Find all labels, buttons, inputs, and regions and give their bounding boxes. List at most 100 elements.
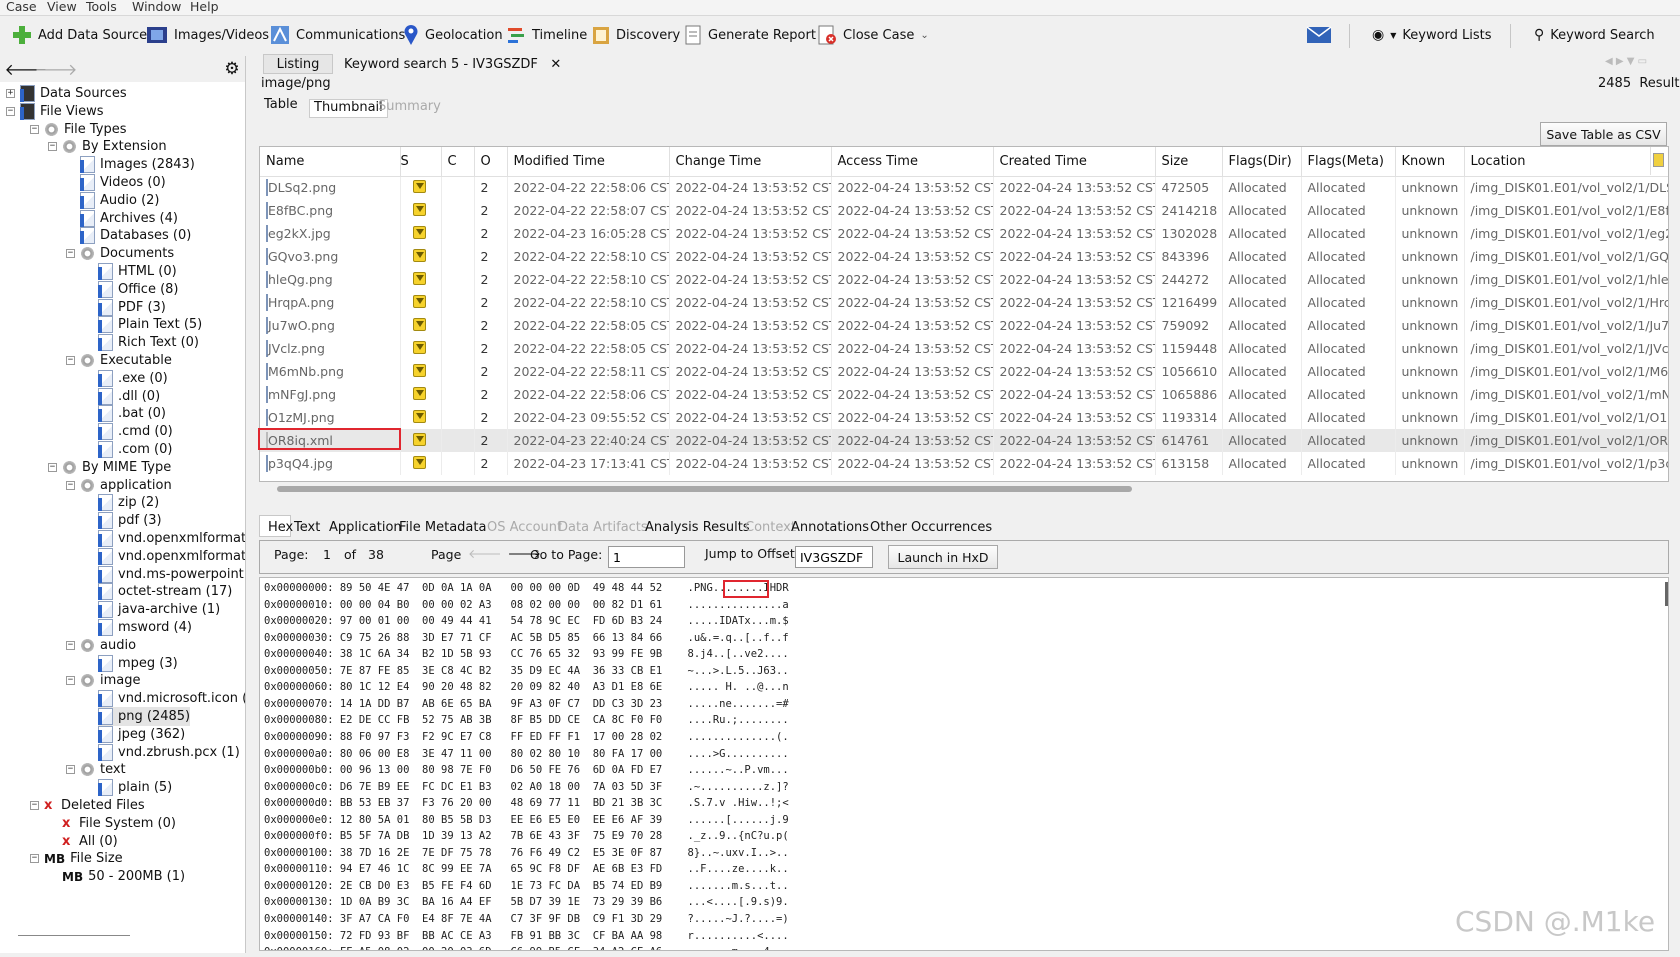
tree-node[interactable]: By Extension	[62, 137, 167, 156]
tree-node[interactable]: vnd.ms-powerpoint	[98, 565, 244, 584]
content-tab[interactable]: Application	[329, 520, 402, 535]
tree-node[interactable]: msword (4)	[98, 618, 192, 637]
column-header[interactable]: Change Time	[669, 147, 832, 177]
column-header[interactable]: Access Time	[831, 147, 994, 177]
table-row[interactable]: GQvo3.png 2 2022-04-22 22:58:10 CST 2022-04…	[260, 245, 1668, 268]
table-row[interactable]: HrqpA.png 2 2022-04-22 22:58:10 CST 2022-04…	[260, 291, 1668, 314]
keyword-lists-button[interactable]: ◉ ▼ Keyword Lists	[1372, 22, 1492, 48]
tree-node[interactable]: x File System (0)	[62, 814, 176, 833]
tree-node[interactable]: Images (2843)	[80, 155, 195, 174]
tree-node[interactable]: vnd.openxmlformats	[98, 547, 245, 566]
content-tab[interactable]: Annotations	[791, 520, 869, 535]
tree-node[interactable]: Executable	[80, 351, 172, 370]
jump-offset-input[interactable]	[795, 546, 873, 568]
tree-node[interactable]: Audio (2)	[80, 191, 160, 210]
timeline-button[interactable]: Timeline	[506, 22, 587, 48]
tree-node[interactable]: MB File Size	[44, 849, 123, 868]
view-tab-summary[interactable]: Summary	[378, 99, 441, 114]
tree-node[interactable]: By MIME Type	[62, 458, 171, 477]
expand-toggle-icon[interactable]: −	[66, 480, 75, 490]
tree-node[interactable]: Archives (4)	[80, 209, 178, 228]
mail-button[interactable]	[1306, 22, 1332, 48]
tree-node[interactable]: Databases (0)	[80, 226, 191, 245]
column-header[interactable]: Modified Time	[507, 147, 670, 177]
images-videos-button[interactable]: Images/Videos	[146, 22, 269, 48]
table-row[interactable]: M6mNb.png 2 2022-04-22 22:58:11 CST 2022-04…	[260, 360, 1668, 383]
tree-node[interactable]: Office (8)	[98, 280, 179, 299]
tree-node[interactable]: File Types	[44, 120, 127, 139]
tree-node[interactable]: .dll (0)	[98, 387, 160, 406]
content-tab[interactable]: Data Artifacts	[558, 520, 648, 535]
tree-node[interactable]: vnd.openxmlformats	[98, 529, 245, 548]
tree-node[interactable]: plain (5)	[98, 778, 172, 797]
tree-node[interactable]: vnd.zbrush.pcx (1)	[98, 743, 240, 762]
expand-toggle-icon[interactable]: −	[6, 106, 15, 116]
table-row[interactable]: hleQg.png 2 2022-04-22 22:58:10 CST 2022-04…	[260, 268, 1668, 291]
expand-toggle-icon[interactable]: −	[30, 124, 39, 134]
tree-node[interactable]: HTML (0)	[98, 262, 177, 281]
expand-toggle-icon[interactable]: +	[6, 89, 15, 98]
content-tab[interactable]: Text	[294, 520, 320, 535]
tree-node[interactable]: pdf (3)	[98, 511, 162, 530]
column-header[interactable]: C	[441, 147, 475, 177]
column-header[interactable]: Flags(Meta)	[1301, 147, 1396, 177]
content-tab[interactable]: Context	[745, 520, 796, 535]
generate-report-button[interactable]: Generate Report	[684, 22, 816, 48]
expand-toggle-icon[interactable]: −	[48, 462, 57, 472]
menu-help[interactable]: Help	[190, 0, 219, 14]
menu-case[interactable]: Case	[6, 0, 37, 14]
tree-node[interactable]: x All (0)	[62, 832, 118, 851]
table-row[interactable]: mNFgJ.png 2 2022-04-22 22:58:06 CST 2022-04…	[260, 383, 1668, 406]
expand-toggle-icon[interactable]: −	[48, 142, 57, 152]
tree-node[interactable]: octet-stream (17)	[98, 582, 232, 601]
tree-node[interactable]: PDF (3)	[98, 298, 166, 317]
table-row[interactable]: JVclz.png 2 2022-04-22 22:58:05 CST 2022-04…	[260, 337, 1668, 360]
tree-node[interactable]: Plain Text (5)	[98, 315, 202, 334]
tree-node[interactable]: x Deleted Files	[44, 796, 145, 815]
view-tab-table[interactable]: Table	[264, 97, 298, 112]
column-header[interactable]: Name	[260, 147, 401, 177]
menu-tools[interactable]: Tools	[86, 0, 117, 14]
tree-node[interactable]: .exe (0)	[98, 369, 168, 388]
view-tab-thumbnail[interactable]: Thumbnail	[309, 99, 388, 118]
hex-vscroll[interactable]	[1665, 582, 1668, 606]
expand-toggle-icon[interactable]: −	[66, 249, 75, 259]
expand-toggle-icon[interactable]: −	[30, 801, 39, 810]
tree-node[interactable]: audio	[80, 636, 136, 655]
column-header[interactable]: Size	[1155, 147, 1223, 177]
table-row[interactable]: eg2kX.jpg 2 2022-04-23 16:05:28 CST 2022-04…	[260, 222, 1668, 245]
tab-scroll-icons[interactable]: ◀ ▶ ▼ ▭	[1605, 56, 1647, 67]
tree-node[interactable]: Data Sources	[20, 84, 127, 103]
expand-toggle-icon[interactable]: −	[66, 640, 75, 650]
column-header[interactable]: Location	[1464, 147, 1668, 177]
table-row[interactable]: p3qQ4.jpg 2 2022-04-23 17:13:41 CST 2022-04…	[260, 452, 1668, 475]
forward-button[interactable]: 🡒	[35, 58, 78, 80]
tree-node[interactable]: application	[80, 476, 172, 495]
goto-page-input[interactable]	[608, 546, 685, 568]
tree-node[interactable]: text	[80, 760, 126, 779]
content-tab[interactable]: Hex	[268, 520, 293, 535]
tree-node[interactable]: .bat (0)	[98, 404, 166, 423]
prev-page-icon[interactable]: 🡐	[468, 546, 502, 568]
add-data-source-button[interactable]: Add Data Source	[12, 22, 147, 48]
column-chooser-icon[interactable]	[1650, 147, 1666, 175]
column-header[interactable]: Known	[1395, 147, 1465, 177]
menu-view[interactable]: View	[47, 0, 77, 14]
tab-listing[interactable]: Listing	[263, 54, 333, 74]
communications-button[interactable]: Communications	[270, 22, 405, 48]
expand-toggle-icon[interactable]: −	[66, 765, 75, 775]
content-tab[interactable]: File Metadata	[399, 520, 486, 535]
tree-node[interactable]: MB 50 - 200MB (1)	[62, 867, 185, 886]
tree-node[interactable]: Videos (0)	[80, 173, 166, 192]
tree-node[interactable]: Rich Text (0)	[98, 333, 199, 352]
column-header[interactable]: Flags(Dir)	[1222, 147, 1302, 177]
expand-toggle-icon[interactable]: −	[30, 854, 39, 864]
tree-node[interactable]: Documents	[80, 244, 174, 263]
tree-node[interactable]: .cmd (0)	[98, 422, 173, 441]
save-table-csv-button[interactable]: Save Table as CSV	[1540, 122, 1667, 146]
table-hscroll[interactable]	[277, 486, 1132, 492]
table-row[interactable]: O1zMJ.png 2 2022-04-23 09:55:52 CST 2022-04…	[260, 406, 1668, 429]
content-tab[interactable]: Other Occurrences	[870, 520, 992, 535]
close-icon[interactable]: ✕	[550, 57, 561, 72]
keyword-search-button[interactable]: ⚲ Keyword Search	[1534, 22, 1655, 48]
